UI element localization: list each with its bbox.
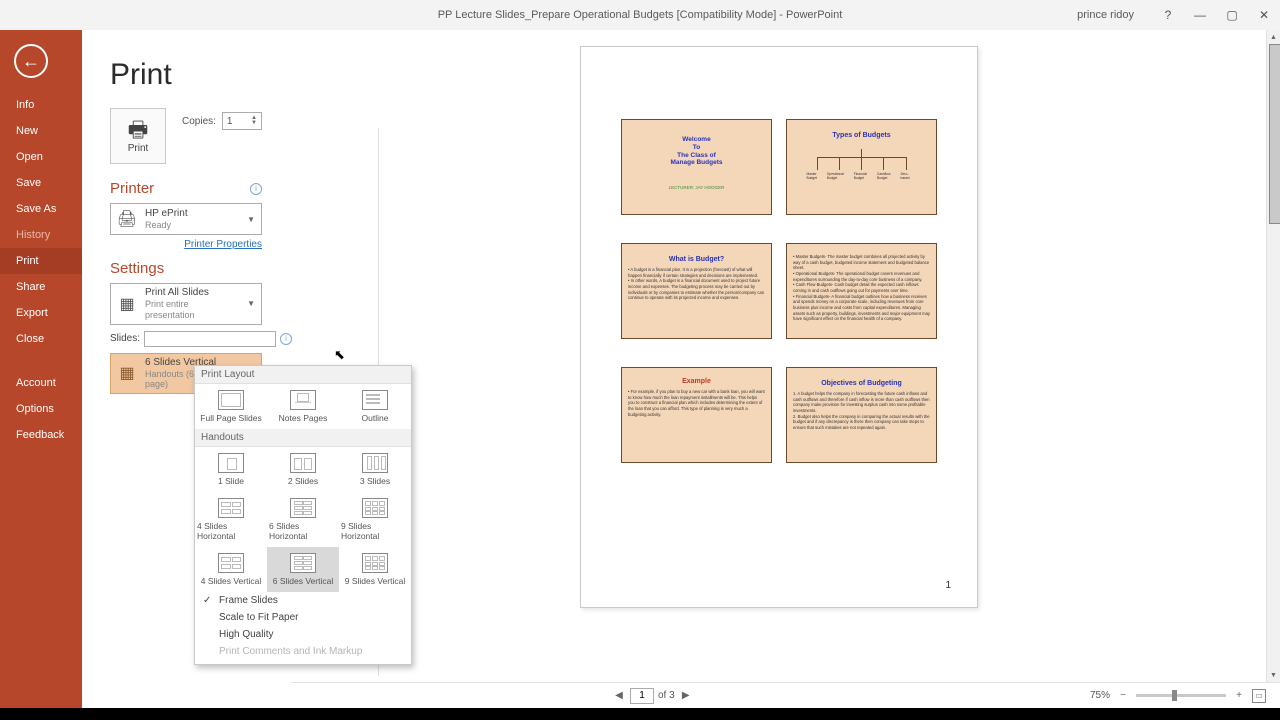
check-frame-slides[interactable]: ✓Frame Slides (195, 592, 411, 609)
preview-slide: • Master Budgets- The master budget comb… (786, 243, 937, 339)
preview-slide: WelcomeToThe Class ofManage BudgetsLECTU… (621, 119, 772, 215)
scroll-up-icon[interactable]: ▲ (1267, 30, 1280, 44)
handout-opt-9-slides-vertical[interactable]: 9 Slides Vertical (339, 547, 411, 592)
zoom-in-button[interactable]: + (1232, 690, 1246, 701)
sidebar-item-feedback[interactable]: Feedback (0, 422, 82, 448)
sidebar-item-options[interactable]: Options (0, 396, 82, 422)
printer-properties-link[interactable]: Printer Properties (110, 239, 262, 250)
layout-opt-notes-pages[interactable]: Notes Pages (267, 384, 339, 429)
check-high-quality[interactable]: High Quality (195, 626, 411, 643)
popup-header-layout: Print Layout (195, 366, 411, 384)
page-total: of 3 (658, 690, 675, 701)
print-range-select[interactable]: ▦ Print All Slides Print entire presenta… (110, 283, 262, 325)
print-button-label: Print (128, 143, 149, 154)
check-print-comments-and-ink-markup: Print Comments and Ink Markup (195, 643, 411, 660)
page-input[interactable] (630, 688, 654, 704)
backstage-sidebar: ← InfoNewOpenSaveSave AsHistoryPrintShar… (0, 30, 82, 708)
layout-opt-outline[interactable]: Outline (339, 384, 411, 429)
title-bar: PP Lecture Slides_Prepare Operational Bu… (0, 0, 1280, 30)
page-heading: Print (110, 58, 292, 92)
close-button[interactable]: ✕ (1248, 0, 1280, 30)
sidebar-item-history[interactable]: History (0, 222, 82, 248)
printer-icon: 🖶 (128, 119, 149, 141)
preview-page: WelcomeToThe Class ofManage BudgetsLECTU… (580, 46, 978, 608)
preview-slide: Types of BudgetsMaster BudgetOperational… (786, 119, 937, 215)
page-number: 1 (945, 580, 951, 591)
user-name[interactable]: prince ridoy (1077, 9, 1134, 21)
popup-header-handouts: Handouts (195, 429, 411, 447)
printer-device-icon: 🖨 (115, 207, 139, 231)
minimize-button[interactable]: — (1184, 0, 1216, 30)
slides-input[interactable] (144, 331, 276, 347)
printer-status: Ready (145, 220, 239, 231)
preview-bottom-bar: ◀ of 3 ▶ 75% − + ▭ (292, 682, 1280, 708)
settings-section-heading: Settings (110, 260, 262, 277)
handout-opt-6-slides-horizontal[interactable]: 6 Slides Horizontal (267, 492, 339, 547)
printer-section-heading: Printer i (110, 180, 262, 197)
zoom-slider[interactable] (1136, 694, 1226, 697)
sidebar-item-open[interactable]: Open (0, 144, 82, 170)
copies-label: Copies: (182, 116, 216, 127)
printer-select[interactable]: 🖨 HP ePrint Ready ▼ (110, 203, 262, 235)
next-page-button[interactable]: ▶ (679, 690, 693, 701)
print-button[interactable]: 🖶 Print (110, 108, 166, 164)
sidebar-item-print[interactable]: Print (0, 248, 82, 274)
back-button[interactable]: ← (14, 44, 48, 78)
check-scale-to-fit-paper[interactable]: Scale to Fit Paper (195, 609, 411, 626)
layout-dropdown: Print Layout Full Page SlidesNotes Pages… (194, 365, 412, 665)
preview-slide: Objectives of Budgeting1. A budget helps… (786, 367, 937, 463)
chevron-down-icon: ▼ (245, 299, 257, 308)
scroll-thumb[interactable] (1269, 44, 1280, 224)
print-range-label: Print All Slides (145, 287, 239, 299)
slides-icon: ▦ (115, 292, 139, 316)
info-icon[interactable]: i (250, 183, 262, 195)
window-title: PP Lecture Slides_Prepare Operational Bu… (438, 9, 843, 21)
handout-opt-6-slides-vertical[interactable]: 6 Slides Vertical (267, 547, 339, 592)
handout-opt-9-slides-horizontal[interactable]: 9 Slides Horizontal (339, 492, 411, 547)
help-button[interactable]: ? (1152, 0, 1184, 30)
sidebar-item-new[interactable]: New (0, 118, 82, 144)
sidebar-item-share[interactable]: Share (0, 274, 82, 300)
sidebar-item-info[interactable]: Info (0, 92, 82, 118)
chevron-down-icon: ▼ (245, 215, 257, 224)
layout-opt-full-page-slides[interactable]: Full Page Slides (195, 384, 267, 429)
zoom-out-button[interactable]: − (1116, 690, 1130, 701)
sidebar-item-export[interactable]: Export (0, 300, 82, 326)
zoom-level: 75% (1090, 690, 1110, 701)
restore-button[interactable]: ▢ (1216, 0, 1248, 30)
preview-scrollbar[interactable]: ▲ ▼ (1266, 30, 1280, 682)
preview-slide: What is Budget?• A budget is a financial… (621, 243, 772, 339)
handout-opt-1-slide[interactable]: 1 Slide (195, 447, 267, 492)
print-preview: WelcomeToThe Class ofManage BudgetsLECTU… (292, 30, 1266, 682)
handout-opt-2-slides[interactable]: 2 Slides (267, 447, 339, 492)
copies-value: 1 (227, 116, 233, 127)
prev-page-button[interactable]: ◀ (612, 690, 626, 701)
zoom-fit-button[interactable]: ▭ (1252, 689, 1266, 703)
printer-name: HP ePrint (145, 208, 239, 220)
handout-opt-4-slides-horizontal[interactable]: 4 Slides Horizontal (195, 492, 267, 547)
copies-spinner[interactable]: 1 ▲▼ (222, 112, 262, 130)
scroll-down-icon[interactable]: ▼ (1267, 668, 1280, 682)
preview-slide: Example• For example, if you plan to buy… (621, 367, 772, 463)
sidebar-item-account[interactable]: Account (0, 370, 82, 396)
slides-label: Slides: (110, 333, 140, 344)
sidebar-item-save-as[interactable]: Save As (0, 196, 82, 222)
sidebar-item-close[interactable]: Close (0, 326, 82, 352)
handout-opt-4-slides-vertical[interactable]: 4 Slides Vertical (195, 547, 267, 592)
sidebar-item-save[interactable]: Save (0, 170, 82, 196)
print-range-sub: Print entire presentation (145, 299, 239, 321)
handout-opt-3-slides[interactable]: 3 Slides (339, 447, 411, 492)
info-icon[interactable]: i (280, 333, 292, 345)
handout-icon: ▦ (115, 361, 139, 385)
